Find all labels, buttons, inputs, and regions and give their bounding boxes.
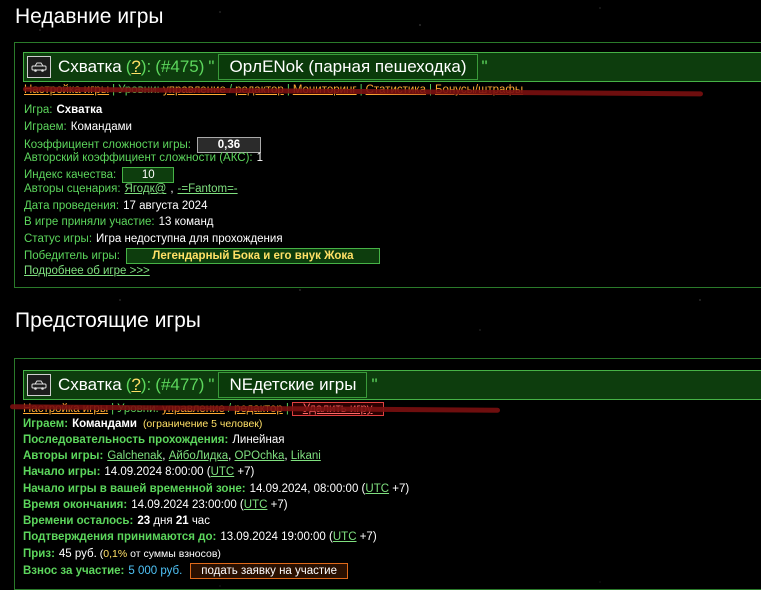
game-type: Схватка — [58, 57, 122, 76]
row-confirm: Подтверждения принимаются до: 13.09.2024 … — [23, 531, 377, 543]
car-icon — [27, 374, 51, 396]
apply-participation-button[interactable]: подать заявку на участие — [190, 563, 349, 579]
author-link[interactable]: -=Fantom=- — [178, 183, 238, 195]
row-authors: Авторы сценария: Ягодк@, -=Fantom=- — [24, 183, 238, 195]
row-author-difficulty: Авторский коэффициент сложности (АКС): 1 — [24, 152, 264, 164]
timezone-link[interactable]: UTC — [244, 499, 268, 511]
row-date: Дата проведения: 17 августа 2024 — [24, 200, 208, 212]
author-link[interactable]: АйбоЛидка — [169, 450, 228, 462]
game-number: (#477) — [155, 375, 205, 394]
row-fee: Взнос за участие: 5 000 руб. подать заявку… — [23, 563, 349, 579]
author-link[interactable]: Galchenak — [107, 450, 162, 462]
row-play: Играем: Командами — [24, 121, 132, 133]
row-sequence: Последовательность прохождения: Линейная — [23, 434, 285, 446]
row-more: Подробнее об игре >>> — [24, 265, 150, 277]
upcoming-games-title: Предстоящие игры — [15, 309, 201, 332]
timezone-link[interactable]: UTC — [365, 483, 389, 495]
more-about-game-link[interactable]: Подробнее об игре >>> — [24, 265, 150, 277]
car-icon — [27, 56, 51, 78]
recent-games-title: Недавние игры — [15, 5, 164, 28]
game-type: Схватка — [58, 375, 122, 394]
row-start: Начало игры: 14.09.2024 8:00:00 (UTC +7) — [23, 466, 255, 478]
row-winners: Победитель игры: Легендарный Бока и его в… — [24, 248, 380, 264]
row-authors: Авторы игры: Galchenak, АйбоЛидка, OPOchk… — [23, 450, 321, 462]
row-start-local: Начало игры в вашей временной зоне: 14.09… — [23, 483, 410, 495]
recent-game-panel: Схватка (?): (#475) " OpлENok (парная пе… — [14, 42, 761, 288]
help-link[interactable]: ? — [131, 375, 140, 394]
game-number: (#475) — [155, 57, 205, 76]
game-name[interactable]: NEдетские игры — [218, 372, 368, 398]
row-play: Играем: Командами (ограничение 5 человек) — [23, 418, 263, 430]
game-name[interactable]: OpлENok (парная пешеходка) — [218, 54, 478, 80]
row-game: Игра: Схватка — [24, 104, 103, 116]
timezone-link[interactable]: UTC — [333, 531, 357, 543]
game-header: Схватка (?): (#477) " NEдетские игры " — [23, 370, 761, 400]
quality-badge: 10 — [122, 167, 175, 183]
row-participants: В игре приняли участие: 13 команд — [24, 216, 214, 228]
row-quality: Индекс качества: 10 — [24, 167, 175, 183]
help-link[interactable]: ? — [131, 57, 140, 76]
author-link[interactable]: Likani — [291, 450, 321, 462]
timezone-link[interactable]: UTC — [211, 466, 235, 478]
row-status: Статус игры: Игра недоступна для прохожде… — [24, 233, 283, 245]
author-link[interactable]: OPOchka — [235, 450, 285, 462]
row-difficulty: Коэффициент сложности игры: 0,36 — [24, 137, 261, 153]
winner-badge: Легендарный Бока и его внук Жока — [125, 248, 380, 264]
row-prize: Приз: 45 руб. (0,1% от суммы взносов) — [23, 548, 221, 560]
game-header: Схватка (?): (#475) " OpлENok (парная пе… — [23, 52, 761, 82]
row-remaining: Времени осталось: 23 дня 21 час — [23, 515, 210, 527]
author-link[interactable]: Ягодк@ — [125, 183, 167, 195]
row-end: Время окончания: 14.09.2024 23:00:00 (UTC… — [23, 499, 288, 511]
difficulty-badge: 0,36 — [196, 137, 261, 153]
